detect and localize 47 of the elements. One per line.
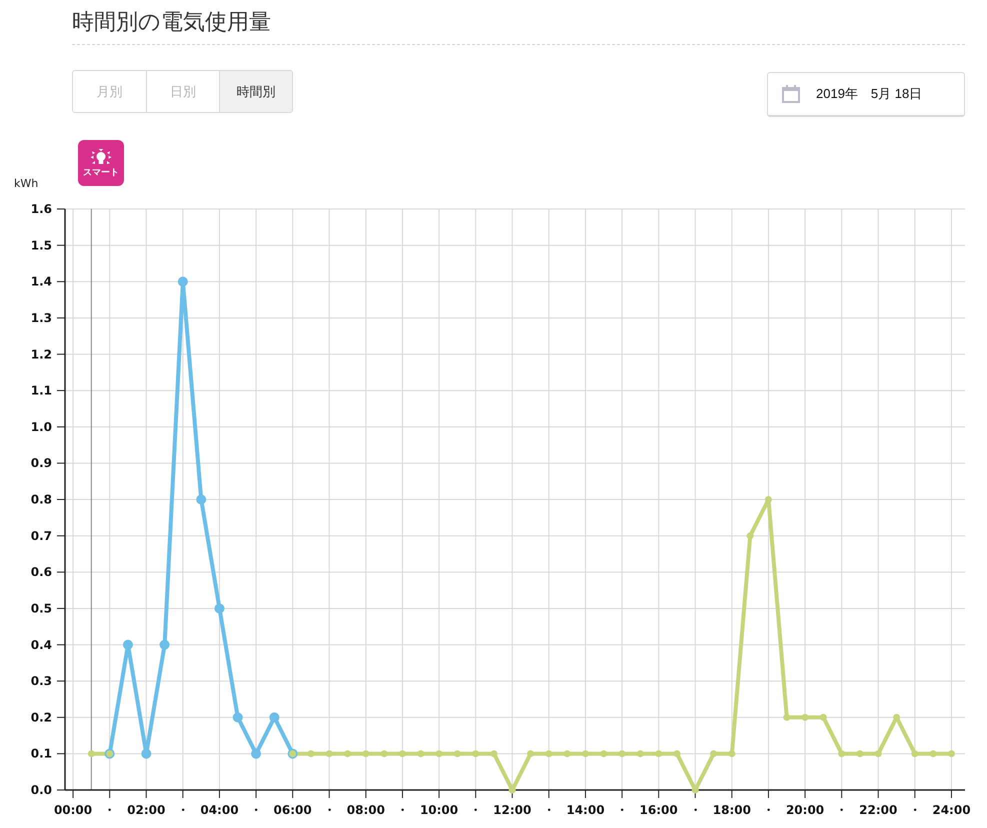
smart-plan-badge: スマート <box>78 140 124 186</box>
y-tick-label: 0.7 <box>30 528 52 543</box>
page-title: 時間別の電気使用量 <box>72 9 272 37</box>
x-tick-label: 04:00 <box>200 803 239 817</box>
x-tick-label: 12:00 <box>493 803 532 817</box>
x-tick-label: ・ <box>762 803 774 817</box>
y-tick-label: 1.6 <box>30 202 52 216</box>
y-tick-label: 0.2 <box>30 710 52 724</box>
y-tick-label: 0.3 <box>30 674 52 688</box>
x-tick-label: 08:00 <box>346 803 385 817</box>
y-tick-label: 1.3 <box>30 310 52 325</box>
y-tick-label: 1.2 <box>30 347 52 362</box>
y-tick-label: 0.4 <box>30 638 52 652</box>
x-tick-label: ・ <box>250 803 262 817</box>
x-tick-label: ・ <box>908 803 921 817</box>
x-tick-label: ・ <box>396 803 408 817</box>
y-tick-label: 0.9 <box>30 456 52 470</box>
y-tick-label: 0.6 <box>30 565 52 580</box>
x-tick-label: 22:00 <box>859 803 898 817</box>
y-tick-label: 0.1 <box>30 746 52 761</box>
x-tick-label: 18:00 <box>712 803 751 817</box>
x-tick-label: ・ <box>323 803 336 817</box>
y-tick-label: 1.5 <box>30 238 52 252</box>
y-tick-label: 0.0 <box>30 783 52 797</box>
y-tick-label: 0.5 <box>30 601 52 616</box>
x-tick-label: 00:00 <box>54 803 92 817</box>
x-tick-label: ・ <box>689 803 702 817</box>
x-tick-label: ・ <box>616 803 628 817</box>
x-tick-label: ・ <box>542 803 555 817</box>
x-tick-label: 14:00 <box>566 803 605 817</box>
y-tick-label: 1.0 <box>30 420 52 434</box>
y-tick-label: 0.8 <box>30 492 52 506</box>
x-tick-label: 24:00 <box>932 803 971 817</box>
x-tick-label: 02:00 <box>127 803 166 817</box>
x-tick-label: 06:00 <box>274 803 312 817</box>
axis-unit-label: kWh <box>14 177 38 190</box>
x-tick-label: 16:00 <box>640 803 678 817</box>
y-tick-label: 1.4 <box>30 274 52 289</box>
date-field[interactable]: 2019年 5月 18日 <box>767 72 965 117</box>
y-tick-label: 1.1 <box>30 384 52 398</box>
x-tick-label: 10:00 <box>420 803 458 817</box>
x-tick-label: ・ <box>176 803 189 817</box>
x-tick-label: ・ <box>836 803 848 817</box>
period-tab[interactable]: 時間別 <box>219 71 292 112</box>
x-tick-label: ・ <box>104 803 116 817</box>
x-tick-label: 20:00 <box>786 803 824 817</box>
x-tick-label: ・ <box>470 803 482 817</box>
